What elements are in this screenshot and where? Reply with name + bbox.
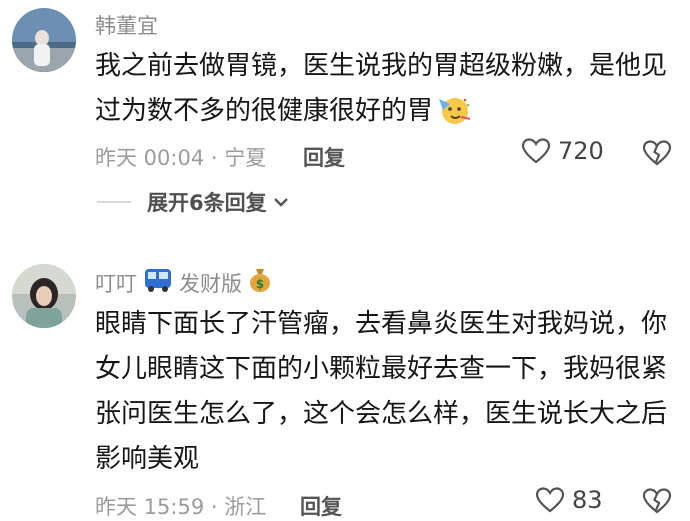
comment-text: 我之前去做胃镜，医生说我的胃超级粉嫩，是他见过为数不多的很健康很好的胃 [95, 44, 675, 140]
broken-heart-icon [642, 488, 672, 514]
divider [97, 201, 131, 203]
comment-text-content: 我之前去做胃镜，医生说我的胃超级粉嫩，是他见过为数不多的很健康很好的胃 [95, 51, 668, 126]
comment-text-content: 眼睛下面长了汗管瘤，去看鼻炎医生对我妈说，你女儿眼睛这下面的小颗粒最好去查一下，… [95, 309, 668, 474]
comment-meta: 昨天 00:04 · 宁夏 [95, 146, 267, 170]
bus-icon [143, 267, 173, 298]
comment-item: 叮叮 发财版 $ 眼睛下面长了汗管瘤，去看鼻炎医生对我妈说，你女儿眼睛这下面的小… [0, 250, 690, 521]
username[interactable]: 韩董宜 [95, 10, 158, 40]
partying-face-emoji-icon [437, 95, 471, 140]
comment-time: 昨天 15:59 [95, 495, 205, 519]
username[interactable]: 叮叮 发财版 $ [95, 267, 278, 298]
like-count: 83 [572, 486, 603, 514]
like-button[interactable]: 83 [536, 486, 603, 514]
money-bag-icon: $ [248, 267, 272, 298]
comment-meta: 昨天 15:59 · 浙江 [95, 495, 267, 519]
like-count: 720 [558, 137, 604, 165]
expand-replies-label: 展开6条回复 [147, 191, 267, 215]
username-text: 韩董宜 [95, 14, 158, 38]
dislike-button[interactable] [642, 140, 672, 170]
comment-time: 昨天 00:04 [95, 146, 205, 170]
avatar[interactable] [12, 8, 76, 72]
reply-button[interactable]: 回复 [303, 142, 345, 172]
expand-replies-button[interactable]: 展开6条回复 [97, 187, 291, 217]
comment-item: 韩董宜 我之前去做胃镜，医生说我的胃超级粉嫩，是他见过为数不多的很健康很好的胃 … [0, 0, 690, 180]
heart-outline-icon [536, 487, 564, 513]
dislike-button[interactable] [642, 488, 672, 518]
heart-outline-icon [522, 138, 550, 164]
chevron-down-icon [273, 198, 288, 207]
username-text: 叮叮 [95, 271, 137, 296]
comment-location: 浙江 [224, 495, 267, 519]
broken-heart-icon [642, 140, 672, 166]
avatar[interactable] [12, 264, 76, 328]
svg-text:$: $ [256, 277, 264, 291]
comment-location: 宁夏 [224, 146, 267, 170]
like-button[interactable]: 720 [522, 137, 604, 165]
reply-button[interactable]: 回复 [300, 491, 342, 521]
comment-text: 眼睛下面长了汗管瘤，去看鼻炎医生对我妈说，你女儿眼睛这下面的小颗粒最好去查一下，… [95, 302, 675, 482]
badge-label: 发财版 [179, 271, 242, 296]
